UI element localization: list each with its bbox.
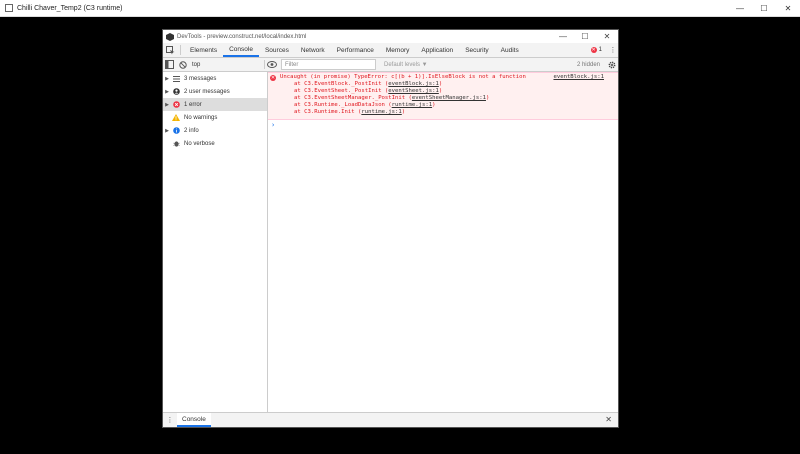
tab-network[interactable]: Network bbox=[295, 43, 331, 57]
maximize-button[interactable]: ☐ bbox=[752, 0, 776, 16]
expand-arrow-icon[interactable]: ▶ bbox=[163, 128, 171, 134]
sidebar-item-info[interactable]: ▶ 2 info bbox=[163, 124, 267, 137]
sidebar-item-warnings[interactable]: No warnings bbox=[163, 111, 267, 124]
stack-frame-link[interactable]: eventSheetManager.js:1 bbox=[412, 95, 486, 101]
sidebar-item-user-messages[interactable]: ▶ 2 user messages bbox=[163, 85, 267, 98]
stack-frame-text: at C3.EventSheet._PostInit ( bbox=[294, 88, 389, 94]
clear-console-icon[interactable] bbox=[176, 58, 189, 71]
stack-frame: at C3.EventBlock._PostInit (eventBlock.j… bbox=[268, 81, 618, 88]
error-count: 1 bbox=[598, 47, 602, 53]
drawer-menu-icon[interactable]: ⋮ bbox=[163, 416, 177, 424]
error-count-badge[interactable]: ✕ 1 bbox=[590, 47, 602, 53]
user-icon bbox=[171, 88, 181, 96]
warning-icon bbox=[171, 114, 181, 122]
filter-input[interactable]: Filter bbox=[281, 59, 376, 70]
sidebar-toggle-icon[interactable] bbox=[163, 58, 176, 71]
tab-memory[interactable]: Memory bbox=[380, 43, 415, 57]
devtools-titlebar: DevTools - preview.construct.net/local/i… bbox=[163, 30, 618, 43]
tabbar-separator bbox=[180, 45, 181, 55]
error-icon: ✕ bbox=[590, 47, 597, 53]
stack-frame-link[interactable]: runtime.js:1 bbox=[392, 102, 432, 108]
devtools-window: DevTools - preview.construct.net/local/i… bbox=[163, 30, 618, 427]
console-output[interactable]: ✕ Uncaught (in promise) TypeError: c[(b … bbox=[268, 72, 618, 413]
tab-elements[interactable]: Elements bbox=[184, 43, 223, 57]
devtools-close-button[interactable]: ✕ bbox=[596, 30, 618, 43]
stack-frame-text: at C3.Runtime.Init ( bbox=[294, 109, 362, 115]
hidden-count: 2 hidden bbox=[576, 61, 600, 68]
sidebar-item-verbose[interactable]: No verbose bbox=[163, 137, 267, 150]
expand-arrow-icon[interactable]: ▶ bbox=[163, 89, 171, 95]
tab-audits[interactable]: Audits bbox=[495, 43, 525, 57]
stack-frame-link[interactable]: runtime.js:1 bbox=[361, 109, 401, 115]
list-icon bbox=[171, 75, 181, 83]
minimize-button[interactable]: — bbox=[728, 0, 752, 16]
stack-frame-end: ) bbox=[438, 81, 443, 87]
source-link[interactable]: eventBlock.js:1 bbox=[553, 74, 604, 80]
error-icon: ✕ bbox=[270, 75, 276, 81]
app-icon bbox=[5, 4, 13, 12]
toolbar-right: 2 hidden bbox=[577, 58, 618, 71]
devtools-maximize-button[interactable]: ☐ bbox=[574, 30, 596, 43]
tab-security[interactable]: Security bbox=[459, 43, 494, 57]
sidebar-item-label: 2 info bbox=[184, 127, 199, 134]
stack-frame-end: ) bbox=[432, 102, 436, 108]
console-error-message[interactable]: ✕ Uncaught (in promise) TypeError: c[(b … bbox=[268, 72, 618, 120]
inspect-element-icon[interactable] bbox=[163, 43, 177, 57]
tab-performance[interactable]: Performance bbox=[331, 43, 380, 57]
stack-frame: at C3.Runtime._LoadDataJson (runtime.js:… bbox=[268, 102, 618, 109]
sidebar-item-messages[interactable]: ▶ 3 messages bbox=[163, 72, 267, 85]
window-controls: — ☐ ✕ bbox=[728, 0, 800, 16]
console-prompt[interactable]: › bbox=[268, 120, 618, 130]
tab-sources[interactable]: Sources bbox=[259, 43, 295, 57]
stack-frame-end: ) bbox=[401, 109, 406, 115]
stack-frame-end: ) bbox=[485, 95, 490, 101]
sidebar-item-label: 1 error bbox=[184, 101, 202, 108]
sidebar-item-label: 3 messages bbox=[184, 75, 217, 82]
sidebar-item-label: No verbose bbox=[184, 140, 215, 147]
close-button[interactable]: ✕ bbox=[776, 0, 800, 16]
stack-frame: at C3.EventSheetManager._PostInit (event… bbox=[268, 95, 618, 102]
drawer-tab-console[interactable]: Console bbox=[177, 413, 211, 427]
devtools-title: DevTools - preview.construct.net/local/i… bbox=[177, 33, 307, 40]
tab-application[interactable]: Application bbox=[415, 43, 459, 57]
devtools-window-controls: — ☐ ✕ bbox=[552, 30, 618, 43]
window-titlebar: Chilli Chaver_Temp2 (C3 runtime) — ☐ ✕ bbox=[0, 0, 800, 17]
stack-frame-text: at C3.Runtime._LoadDataJson ( bbox=[294, 102, 392, 108]
context-select[interactable]: top bbox=[189, 60, 265, 69]
sidebar-item-label: No warnings bbox=[184, 114, 218, 121]
sidebar-item-errors[interactable]: ▶ 1 error bbox=[163, 98, 267, 111]
tabbar-right: ✕ 1 ⋮ bbox=[590, 43, 618, 57]
console-sidebar: ▶ 3 messages ▶ 2 user messages ▶ 1 error bbox=[163, 72, 268, 413]
stack-frame-text: at C3.EventSheetManager._PostInit ( bbox=[294, 95, 412, 101]
devtools-minimize-button[interactable]: — bbox=[552, 30, 574, 43]
info-icon bbox=[171, 127, 181, 135]
panel-tabbar: Elements Console Sources Network Perform… bbox=[163, 43, 618, 58]
tab-console[interactable]: Console bbox=[223, 43, 259, 57]
stack-frame: at C3.EventSheet._PostInit (eventSheet.j… bbox=[268, 88, 618, 95]
customize-menu-icon[interactable]: ⋮ bbox=[608, 46, 618, 54]
stack-frame-text: at C3.EventBlock._PostInit ( bbox=[294, 81, 389, 87]
log-levels-dropdown[interactable]: Default levels ▼ bbox=[384, 62, 428, 68]
live-expression-eye-icon[interactable] bbox=[265, 58, 278, 71]
stack-frame-link[interactable]: eventBlock.js:1 bbox=[388, 81, 439, 87]
settings-gear-icon[interactable] bbox=[605, 58, 618, 71]
drawer-close-icon[interactable]: ✕ bbox=[605, 415, 612, 424]
stack-frame-end: ) bbox=[438, 88, 443, 94]
console-toolbar: top Filter Default levels ▼ 2 hidden bbox=[163, 58, 618, 72]
stack-frame: at C3.Runtime.Init (runtime.js:1) bbox=[268, 109, 618, 116]
bug-icon bbox=[171, 140, 181, 148]
stack-frame-link[interactable]: eventSheet.js:1 bbox=[388, 88, 439, 94]
expand-arrow-icon[interactable]: ▶ bbox=[163, 102, 171, 108]
window-title: Chilli Chaver_Temp2 (C3 runtime) bbox=[17, 4, 123, 12]
sidebar-item-label: 2 user messages bbox=[184, 88, 230, 95]
expand-arrow-icon[interactable]: ▶ bbox=[163, 76, 171, 82]
console-main: ▶ 3 messages ▶ 2 user messages ▶ 1 error bbox=[163, 72, 618, 413]
devtools-icon bbox=[166, 32, 174, 41]
console-drawer: ⋮ Console ✕ bbox=[163, 412, 618, 427]
error-icon bbox=[171, 101, 181, 109]
